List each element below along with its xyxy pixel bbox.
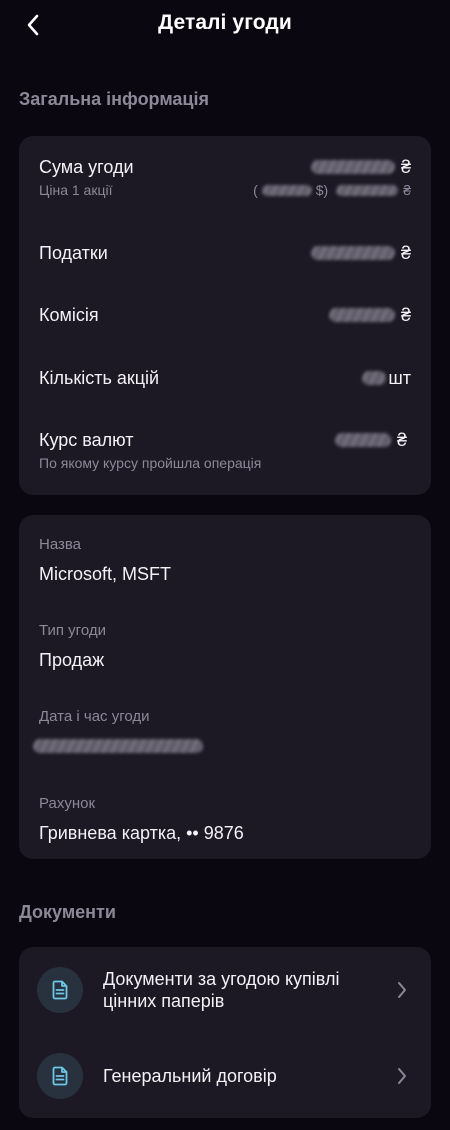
share-price-usd-suffix: $) [315,182,329,198]
name-field: Назва Microsoft, MSFT [39,536,411,585]
deal-type-label: Тип угоди [39,622,106,639]
name-label: Назва [39,536,82,553]
deal-amount-row: Сума угоди Ціна 1 акції ₴ ( $) ₴ [39,156,411,199]
datetime-redacted [33,739,203,753]
datetime-value [33,735,411,758]
account-value: Гривнева картка, •• 9876 [39,823,244,843]
account-label: Рахунок [39,795,96,812]
share-price-open-paren: ( [253,182,258,198]
exchange-rate-row: Курс валют По якому курсу пройшла операц… [39,429,411,472]
datetime-label: Дата і час угоди [39,708,150,725]
document-item-label: Документи за угодою купівлі цінних папер… [103,969,340,1011]
commission-row: Комісія ₴ [39,304,411,326]
exchange-rate-value: ₴ [334,429,407,451]
taxes-value: ₴ [310,242,411,264]
shares-count-unit: шт [388,368,411,388]
share-price-uah-redacted [336,184,399,196]
taxes-row: Податки ₴ [39,242,411,264]
commission-redacted [328,308,395,322]
account-field: Рахунок Гривнева картка, •• 9876 [39,795,411,844]
documents-card: Документи за угодою купівлі цінних папер… [19,947,431,1118]
chevron-right-icon [395,1066,409,1086]
taxes-redacted [310,246,395,260]
top-bar: Деталі угоди [0,0,450,50]
exchange-rate-currency: ₴ [396,430,407,450]
commission-value: ₴ [328,304,411,326]
deal-details-card: Назва Microsoft, MSFT Тип угоди Продаж Д… [19,515,431,859]
chevron-right-icon [395,980,409,1000]
document-item-deal-docs[interactable]: Документи за угодою купівлі цінних папер… [19,955,431,1025]
section-title-documents: Документи [19,902,116,922]
deal-amount-redacted [310,160,395,174]
document-icon [37,967,83,1013]
document-icon [37,1053,83,1099]
document-item-label: Генеральний договір [103,1066,277,1086]
share-price-currency: ₴ [403,182,411,198]
general-info-card: Сума угоди Ціна 1 акції ₴ ( $) ₴ Податки… [19,136,431,495]
share-price-usd-redacted [261,184,312,196]
page-title: Деталі угоди [158,11,292,34]
shares-count-value: шт [362,367,411,389]
document-item-general-agreement[interactable]: Генеральний договір [19,1041,431,1111]
datetime-field: Дата і час угоди [33,708,411,758]
deal-amount-value: ₴ [310,156,411,178]
taxes-currency: ₴ [400,243,411,263]
deal-type-field: Тип угоди Продаж [39,622,411,671]
exchange-rate-redacted [334,433,391,447]
deal-type-value: Продаж [39,650,105,670]
shares-count-redacted [362,371,387,385]
commission-currency: ₴ [400,305,411,325]
name-value: Microsoft, MSFT [39,564,172,584]
section-title-general: Загальна інформація [19,89,209,109]
shares-count-label: Кількість акцій [39,368,160,388]
shares-count-row: Кількість акцій шт [39,367,411,389]
share-price-value: ( $) ₴ [253,181,411,199]
exchange-rate-sublabel: По якому курсу пройшла операція [39,455,262,471]
deal-amount-currency: ₴ [400,157,411,177]
